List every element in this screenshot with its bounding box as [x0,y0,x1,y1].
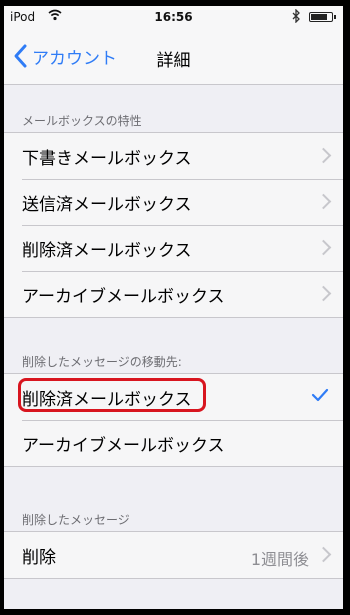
deleted-messages-group: 削除 1週間後 [4,531,343,579]
move-to-archive-option[interactable]: アーカイブメールボックス [4,420,343,466]
move-to-deleted-option[interactable]: 削除済メールボックス [4,374,343,420]
remove-after-value: 1週間後 [250,550,309,569]
row-label: アーカイブメールボックス [22,435,225,456]
move-discarded-group: 削除済メールボックス アーカイブメールボックス [4,373,343,467]
row-label: 送信済メールボックス [22,194,192,215]
archive-mailbox-row[interactable]: アーカイブメールボックス [4,271,343,317]
row-label: アーカイブメールボックス [22,286,225,307]
drafts-mailbox-row[interactable]: 下書きメールボックス [4,133,343,179]
section-header-mailbox-behaviors: メールボックスの特性 [22,114,142,128]
chevron-right-icon [315,239,332,256]
status-bar: iPod 16:56 [4,6,343,28]
remove-after-row[interactable]: 削除 1週間後 [4,532,343,578]
chevron-right-icon [315,147,332,164]
device-screen: iPod 16:56 アカウント 詳細 メールボックスの特性 下書きメールボック… [4,6,343,609]
row-label: 下書きメールボックス [22,148,192,169]
navigation-bar: アカウント 詳細 [4,28,343,85]
battery-icon [309,12,336,22]
section-header-move-discarded: 削除したメッセージの移動先: [22,355,182,369]
chevron-left-icon [14,44,27,68]
back-button-label: アカウント [32,48,117,69]
chevron-right-icon [315,285,332,302]
bluetooth-icon [292,8,301,26]
row-label: 削除済メールボックス [22,240,192,261]
section-header-deleted-messages: 削除したメッセージ [22,513,130,527]
row-label: 削除済メールボックス [22,389,192,410]
chevron-right-icon [315,546,332,563]
row-label: 削除 [22,547,56,568]
battery-level [311,14,327,20]
checkmark-icon [311,388,329,402]
mailbox-behaviors-group: 下書きメールボックス 送信済メールボックス 削除済メールボックス アーカイブメー… [4,132,343,318]
back-button[interactable]: アカウント [10,42,117,70]
deleted-mailbox-row[interactable]: 削除済メールボックス [4,225,343,271]
chevron-right-icon [315,193,332,210]
sent-mailbox-row[interactable]: 送信済メールボックス [4,179,343,225]
